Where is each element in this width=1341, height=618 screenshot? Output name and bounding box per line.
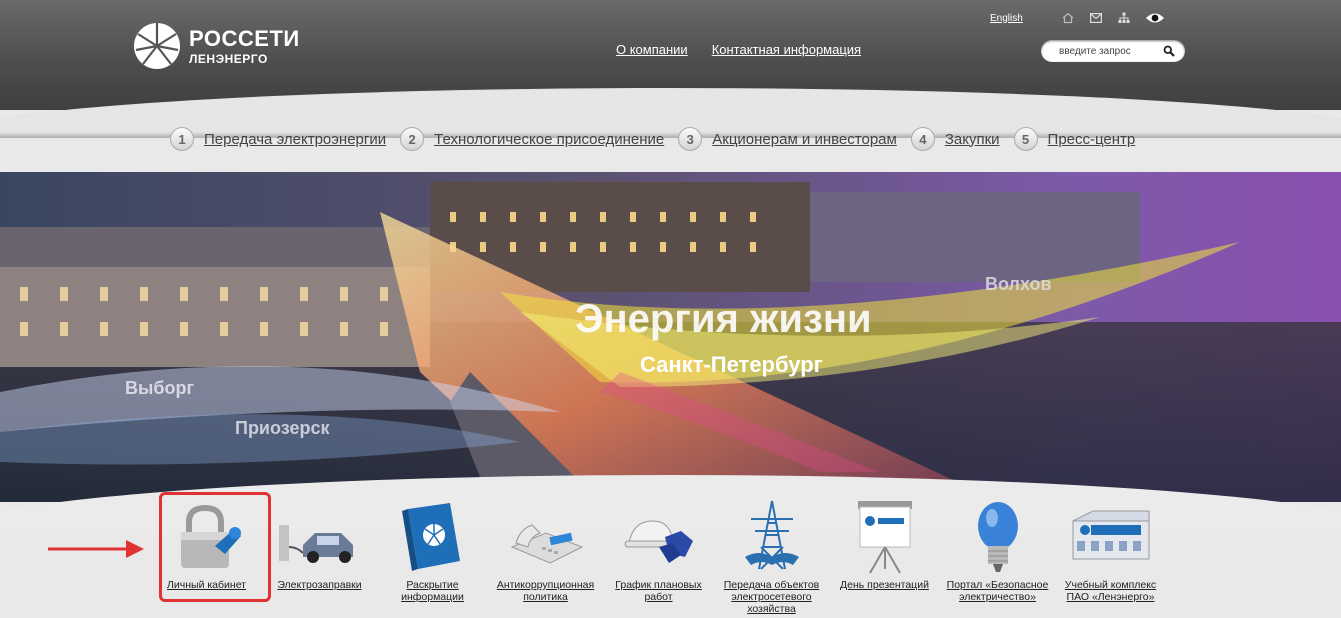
nav-item-transmission[interactable]: 1 Передача электроэнергии — [170, 127, 386, 151]
book-icon — [401, 503, 460, 571]
tile-safe-electricity-portal[interactable]: Портал «Безопасное электричество» — [941, 497, 1054, 615]
nav-number: 2 — [400, 127, 425, 151]
ev-charging-car-icon — [278, 525, 353, 563]
power-tower-handshake-icon — [744, 500, 799, 570]
rosseti-logo-icon — [134, 23, 180, 69]
logo-subtitle: ЛЕНЭНЕРГО — [189, 51, 268, 66]
search-input[interactable] — [1059, 45, 1169, 57]
tile-label[interactable]: Передача объектов электросетевого хозяйс… — [716, 579, 828, 615]
tile-label[interactable]: Учебный комплекс ПАО «Ленэнерго» — [1055, 579, 1167, 603]
banner-city-volkhov: Волхов — [985, 274, 1052, 294]
tile-training-complex[interactable]: Учебный комплекс ПАО «Ленэнерго» — [1054, 497, 1167, 615]
hero-image: Энергия жизни Санкт-Петербург Волхов Выб… — [0, 172, 1341, 502]
language-link[interactable]: English — [990, 13, 1023, 24]
nav-label[interactable]: Акционерам и инвесторам — [712, 131, 897, 148]
top-links: О компании Контактная информация — [616, 42, 861, 57]
lightbulb-icon — [977, 502, 1018, 572]
logo-title: РОССЕТИ — [189, 25, 300, 51]
main-navigation: 1 Передача электроэнергии 2 Технологичес… — [170, 127, 1149, 151]
tile-anticorruption[interactable]: Антикоррупционная политика — [489, 497, 602, 615]
tile-work-schedule[interactable]: График плановых работ — [602, 497, 715, 615]
search-icon[interactable] — [1163, 45, 1175, 57]
utility-bar: English — [990, 11, 1179, 25]
nav-label[interactable]: Закупки — [945, 131, 1000, 148]
nav-number: 5 — [1013, 127, 1038, 151]
mail-icon[interactable] — [1089, 11, 1103, 25]
red-arrow-icon — [48, 540, 144, 558]
nav-number: 3 — [678, 127, 703, 151]
presentation-board-icon — [857, 501, 912, 574]
tile-disclosure[interactable]: Раскрытие информации — [376, 497, 489, 615]
nav-label[interactable]: Передача электроэнергии — [204, 131, 386, 148]
hero-banner[interactable]: Энергия жизни Санкт-Петербург Волхов Выб… — [0, 172, 1341, 502]
phone-icon — [510, 524, 583, 564]
banner-city-vyborg: Выборг — [125, 378, 194, 398]
nav-item-press[interactable]: 5 Пресс-центр — [1013, 127, 1136, 151]
quick-links: Личный кабинет Электрозаправки Раскрытие… — [150, 497, 1167, 615]
tile-label[interactable]: Портал «Безопасное электричество» — [942, 579, 1054, 603]
home-icon[interactable] — [1061, 11, 1075, 25]
tile-label[interactable]: Электрозаправки — [264, 579, 376, 591]
tile-ev-charging[interactable]: Электрозаправки — [263, 497, 376, 615]
hardhat-gloves-icon — [624, 520, 693, 563]
banner-slogan: Энергия жизни — [575, 297, 872, 341]
tile-label[interactable]: День презентаций — [829, 579, 941, 591]
search-box — [1041, 40, 1185, 62]
tile-asset-transfer[interactable]: Передача объектов электросетевого хозяйс… — [715, 497, 828, 615]
tile-label[interactable]: График плановых работ — [603, 579, 715, 603]
building-icon — [1072, 510, 1149, 560]
nav-item-connection[interactable]: 2 Технологическое присоединение — [400, 127, 664, 151]
nav-number: 4 — [910, 127, 935, 151]
nav-number: 1 — [170, 127, 194, 151]
tile-presentation-day[interactable]: День презентаций — [828, 497, 941, 615]
tile-label[interactable]: Антикоррупционная политика — [490, 579, 602, 603]
nav-label[interactable]: Пресс-центр — [1048, 131, 1136, 148]
nav-label[interactable]: Технологическое присоединение — [434, 131, 664, 148]
eye-icon[interactable] — [1145, 11, 1165, 25]
banner-city-priozersk: Приозерск — [235, 418, 330, 438]
link-contacts[interactable]: Контактная информация — [712, 42, 861, 57]
logo[interactable]: РОССЕТИ ЛЕНЭНЕРГО — [133, 22, 300, 70]
nav-item-procurement[interactable]: 4 Закупки — [910, 127, 1000, 151]
banner-city-spb: Санкт-Петербург — [640, 352, 823, 377]
tile-label[interactable]: Личный кабинет — [151, 579, 263, 591]
tile-label[interactable]: Раскрытие информации — [377, 579, 489, 603]
nav-item-investors[interactable]: 3 Акционерам и инвесторам — [678, 127, 897, 151]
link-about-company[interactable]: О компании — [616, 42, 688, 57]
sitemap-icon[interactable] — [1117, 11, 1131, 25]
padlock-key-icon — [180, 504, 241, 568]
tile-personal-account[interactable]: Личный кабинет — [150, 497, 263, 615]
